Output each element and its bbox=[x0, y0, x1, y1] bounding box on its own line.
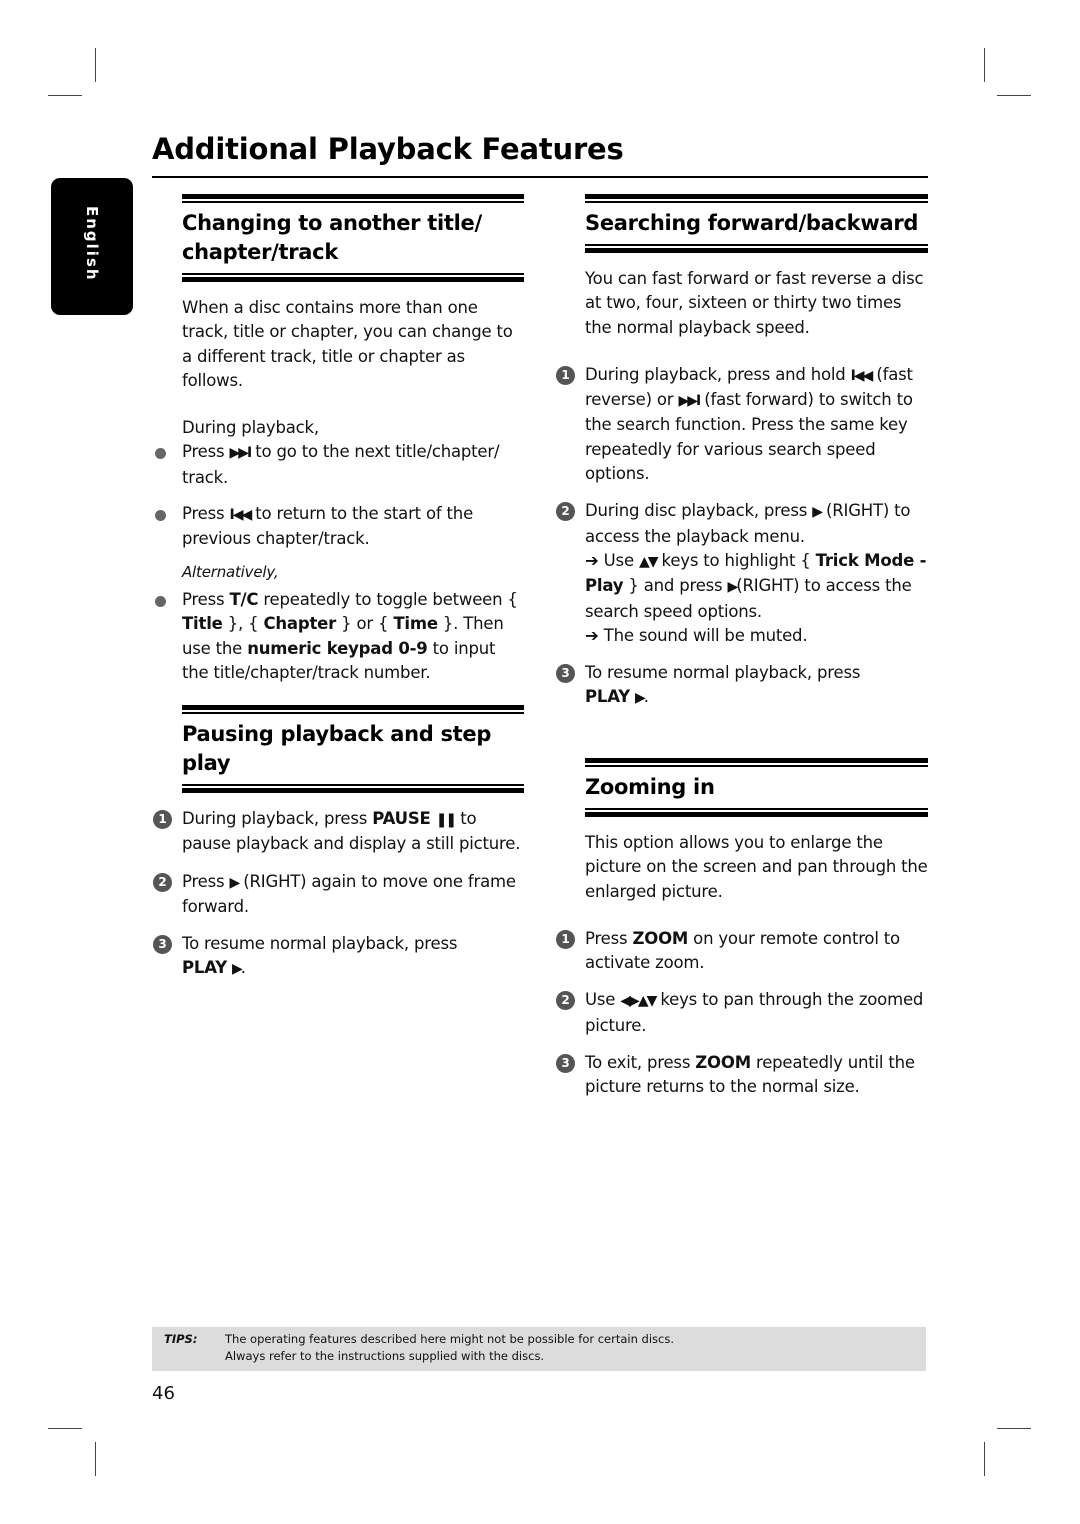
step-number-icon: 1 bbox=[556, 929, 575, 949]
result-arrow-icon: ➔ bbox=[585, 550, 599, 570]
page-title: Additional Playback Features bbox=[152, 132, 624, 166]
section-heading: Changing to another title/ chapter/track bbox=[182, 211, 482, 264]
header-rule bbox=[585, 765, 928, 767]
right-column-lower: Zooming in This option allows you to enl… bbox=[556, 758, 928, 1113]
header-rule bbox=[182, 194, 524, 199]
step-item: 2 Press ▶ (RIGHT) again to move one fram… bbox=[153, 870, 524, 920]
section-intro: When a disc contains more than one track… bbox=[182, 298, 513, 390]
bullet-item: Press I◀◀ to return to the start of the … bbox=[155, 502, 524, 552]
header-rule bbox=[182, 705, 524, 710]
crop-mark bbox=[997, 95, 1031, 96]
section-intro: This option allows you to enlarge the pi… bbox=[585, 833, 928, 901]
section-heading: Zooming in bbox=[585, 775, 715, 799]
crop-mark bbox=[48, 1428, 82, 1429]
step-item: 3 To resume normal playback, press PLAY … bbox=[153, 932, 524, 982]
pause-icon: ❚❚ bbox=[435, 812, 458, 828]
header-rule bbox=[585, 812, 928, 817]
step-number-icon: 3 bbox=[556, 1054, 575, 1074]
section-header-searching: Searching forward/backward bbox=[585, 194, 928, 253]
section-header-changing: Changing to another title/ chapter/track bbox=[182, 194, 524, 282]
up-down-arrows-icon: ▲▼ bbox=[638, 553, 658, 570]
language-tab-label: English bbox=[83, 206, 101, 282]
right-column: Searching forward/backward You can fast … bbox=[556, 194, 928, 724]
crop-mark bbox=[984, 48, 985, 82]
left-column: Changing to another title/ chapter/track… bbox=[155, 194, 524, 698]
header-rule bbox=[585, 194, 928, 199]
bullet-icon bbox=[155, 510, 166, 522]
language-tab: English bbox=[51, 178, 133, 315]
instruction-text: During playback, bbox=[182, 418, 319, 438]
section-heading: Pausing playback and step play bbox=[182, 722, 492, 775]
crop-mark bbox=[997, 1428, 1031, 1429]
header-rule bbox=[182, 273, 524, 275]
step-number-icon: 1 bbox=[556, 365, 575, 385]
crop-mark bbox=[48, 95, 82, 96]
next-icon: ▶▶I bbox=[229, 445, 252, 462]
step-item: 3 To resume normal playback, press PLAY … bbox=[556, 661, 928, 711]
bullet-item: Press ▶▶I to go to the next title/chapte… bbox=[155, 440, 524, 490]
alternatively-label: Alternatively, bbox=[182, 562, 279, 581]
crop-mark bbox=[984, 1442, 985, 1476]
header-rule bbox=[585, 808, 928, 810]
result-arrow-icon: ➔ bbox=[585, 625, 599, 645]
play-icon: ▶ bbox=[232, 961, 243, 978]
tips-box: TIPS: The operating features described h… bbox=[152, 1327, 926, 1371]
left-column-lower: Pausing playback and step play 1 During … bbox=[153, 705, 524, 995]
header-rule bbox=[182, 784, 524, 786]
four-way-arrows-icon: ◀▶▲▼ bbox=[620, 993, 657, 1010]
section-heading: Searching forward/backward bbox=[585, 211, 919, 235]
right-arrow-icon: ▶ bbox=[812, 504, 823, 521]
header-rule bbox=[182, 712, 524, 714]
bullet-item: Press T/C repeatedly to toggle between {… bbox=[155, 588, 524, 685]
header-rule bbox=[585, 201, 928, 203]
step-number-icon: 2 bbox=[556, 502, 575, 522]
step-item: 1 Press ZOOM on your remote control to a… bbox=[556, 927, 928, 976]
bullet-icon bbox=[155, 595, 166, 607]
right-arrow-icon: ▶ bbox=[229, 874, 240, 891]
tips-text: The operating features described here mi… bbox=[225, 1332, 675, 1363]
step-number-icon: 1 bbox=[153, 810, 172, 829]
crop-mark bbox=[95, 1442, 96, 1476]
step-item: 2 During disc playback, press ▶ (RIGHT) … bbox=[556, 499, 928, 648]
title-rule bbox=[152, 176, 928, 178]
section-header-zooming: Zooming in bbox=[585, 758, 928, 817]
step-number-icon: 3 bbox=[153, 935, 172, 955]
header-rule bbox=[182, 277, 524, 282]
step-item: 1 During playback, press and hold I◀◀ (f… bbox=[556, 363, 928, 486]
page-number: 46 bbox=[152, 1383, 175, 1404]
previous-icon: I◀◀ bbox=[229, 507, 252, 524]
header-rule bbox=[585, 758, 928, 763]
previous-icon: I◀◀ bbox=[850, 367, 874, 384]
step-number-icon: 3 bbox=[556, 664, 575, 684]
next-icon: ▶▶I bbox=[678, 393, 701, 410]
right-arrow-icon: ▶ bbox=[727, 579, 739, 596]
step-item: 1 During playback, press PAUSE ❚❚ to pau… bbox=[153, 807, 524, 857]
step-number-icon: 2 bbox=[556, 991, 575, 1011]
section-intro: You can fast forward or fast reverse a d… bbox=[585, 269, 924, 337]
tips-label: TIPS: bbox=[164, 1332, 198, 1346]
play-icon: ▶ bbox=[635, 690, 646, 707]
section-header-pausing: Pausing playback and step play bbox=[182, 705, 524, 793]
header-rule bbox=[585, 244, 928, 246]
header-rule bbox=[182, 201, 524, 203]
step-item: 3 To exit, press ZOOM repeatedly until t… bbox=[556, 1051, 928, 1100]
step-number-icon: 2 bbox=[153, 872, 172, 892]
header-rule bbox=[182, 788, 524, 793]
header-rule bbox=[585, 248, 928, 253]
step-item: 2 Use ◀▶▲▼ keys to pan through the zoome… bbox=[556, 988, 928, 1038]
crop-mark bbox=[95, 48, 96, 82]
bullet-icon bbox=[155, 448, 166, 460]
